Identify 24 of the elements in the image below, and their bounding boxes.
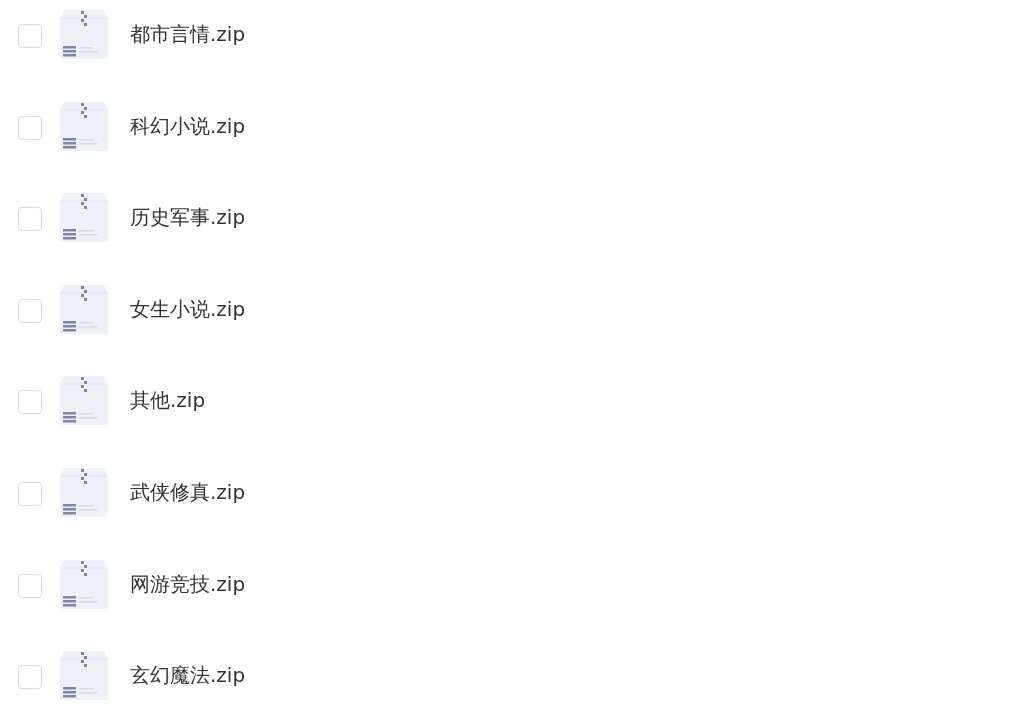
file-name[interactable]: 网游竞技.zip bbox=[130, 570, 246, 597]
file-name[interactable]: 武侠修真.zip bbox=[130, 478, 246, 505]
checkbox[interactable] bbox=[18, 115, 42, 140]
checkbox[interactable] bbox=[18, 298, 42, 323]
checkbox[interactable] bbox=[18, 573, 42, 598]
zip-file-icon bbox=[58, 374, 110, 427]
file-name[interactable]: 玄幻魔法.zip bbox=[130, 662, 246, 689]
file-name[interactable]: 女生小说.zip bbox=[130, 295, 246, 322]
zip-file-icon bbox=[58, 99, 110, 152]
checkbox[interactable] bbox=[18, 207, 42, 232]
file-name[interactable]: 历史军事.zip bbox=[130, 204, 246, 231]
zip-file-icon bbox=[58, 465, 110, 518]
zip-file-icon bbox=[58, 8, 110, 60]
file-name[interactable]: 科幻小说.zip bbox=[130, 112, 246, 139]
checkbox[interactable] bbox=[18, 390, 42, 415]
zip-file-icon bbox=[58, 282, 110, 335]
file-name[interactable]: 其他.zip bbox=[130, 387, 206, 414]
checkbox[interactable] bbox=[18, 24, 42, 48]
file-name[interactable]: 都市言情.zip bbox=[130, 21, 246, 47]
zip-file-icon bbox=[58, 557, 110, 610]
zip-file-icon bbox=[58, 191, 110, 244]
checkbox[interactable] bbox=[18, 665, 42, 690]
checkbox[interactable] bbox=[18, 481, 42, 506]
zip-file-icon bbox=[58, 649, 110, 702]
